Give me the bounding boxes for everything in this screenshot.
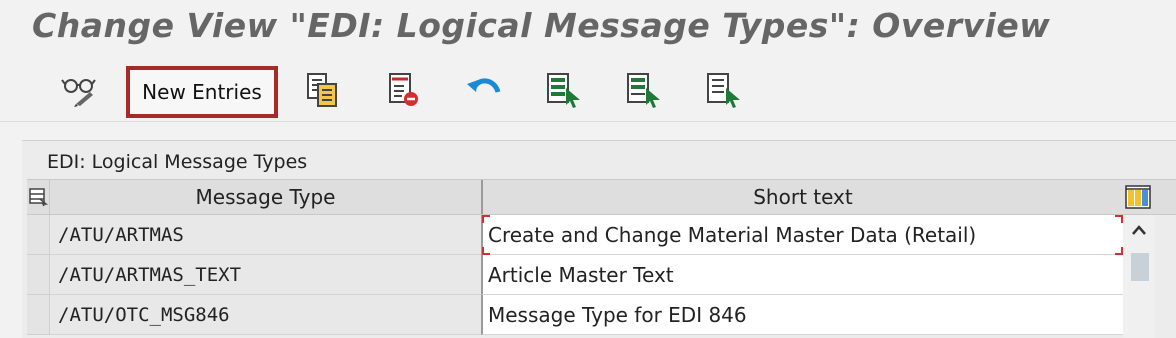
column-header-short-text[interactable]: Short text xyxy=(481,180,1123,214)
table-row: /ATU/ARTMAS_TEXT Article Master Text xyxy=(27,255,1176,295)
table-control-area: EDI: Logical Message Types Message Type … xyxy=(22,140,1176,338)
deselect-all-button[interactable] xyxy=(702,68,746,112)
delete-icon xyxy=(389,73,418,106)
select-all-rows-button[interactable] xyxy=(27,180,49,214)
select-block-button[interactable] xyxy=(622,68,666,112)
row-selector[interactable] xyxy=(27,295,49,335)
display-change-glasses-icon xyxy=(61,79,96,107)
new-entries-button[interactable]: New Entries xyxy=(126,66,278,118)
table-title: EDI: Logical Message Types xyxy=(47,151,308,173)
message-type-cell: /ATU/ARTMAS_TEXT xyxy=(49,255,481,295)
copy-as-icon xyxy=(307,73,337,107)
table-row: /ATU/OTC_MSG846 Message Type for EDI 846 xyxy=(27,295,1176,335)
vertical-scrollbar[interactable] xyxy=(1123,215,1155,338)
table-row: /ATU/ARTMAS Create and Change Material M… xyxy=(27,215,1176,255)
select-all-button[interactable] xyxy=(542,68,586,112)
message-types-table: Message Type Short text /ATU/ARTMAS Crea… xyxy=(27,179,1176,338)
short-text-cell[interactable]: Create and Change Material Master Data (… xyxy=(481,215,1123,255)
table-settings-icon xyxy=(1125,185,1151,209)
copy-as-button[interactable] xyxy=(300,68,344,112)
deselect-all-icon xyxy=(707,73,740,108)
select-all-icon xyxy=(547,73,580,108)
chevron-up-icon xyxy=(1132,225,1146,235)
scroll-up-button[interactable] xyxy=(1123,215,1155,245)
row-selector[interactable] xyxy=(27,255,49,295)
undo-change-icon xyxy=(467,78,501,93)
short-text-cell[interactable]: Message Type for EDI 846 xyxy=(481,295,1123,335)
table-settings-button[interactable] xyxy=(1123,182,1153,212)
undo-change-button[interactable] xyxy=(462,68,506,112)
table-header: Message Type Short text xyxy=(27,179,1176,215)
short-text-cell[interactable]: Article Master Text xyxy=(481,255,1123,295)
title-bar: Change View "EDI: Logical Message Types"… xyxy=(0,0,1176,58)
column-header-message-type[interactable]: Message Type xyxy=(49,180,481,214)
delete-button[interactable] xyxy=(382,68,426,112)
message-type-cell: /ATU/ARTMAS xyxy=(49,215,481,255)
select-block-icon xyxy=(627,73,660,108)
table-select-icon xyxy=(29,188,48,207)
new-entries-label: New Entries xyxy=(142,80,262,104)
row-selector[interactable] xyxy=(27,215,49,255)
scrollbar-thumb[interactable] xyxy=(1131,253,1149,281)
message-type-cell: /ATU/OTC_MSG846 xyxy=(49,295,481,335)
display-change-button[interactable] xyxy=(58,68,102,112)
page-title: Change View "EDI: Logical Message Types"… xyxy=(32,6,1051,45)
application-toolbar: New Entries xyxy=(0,58,1176,122)
